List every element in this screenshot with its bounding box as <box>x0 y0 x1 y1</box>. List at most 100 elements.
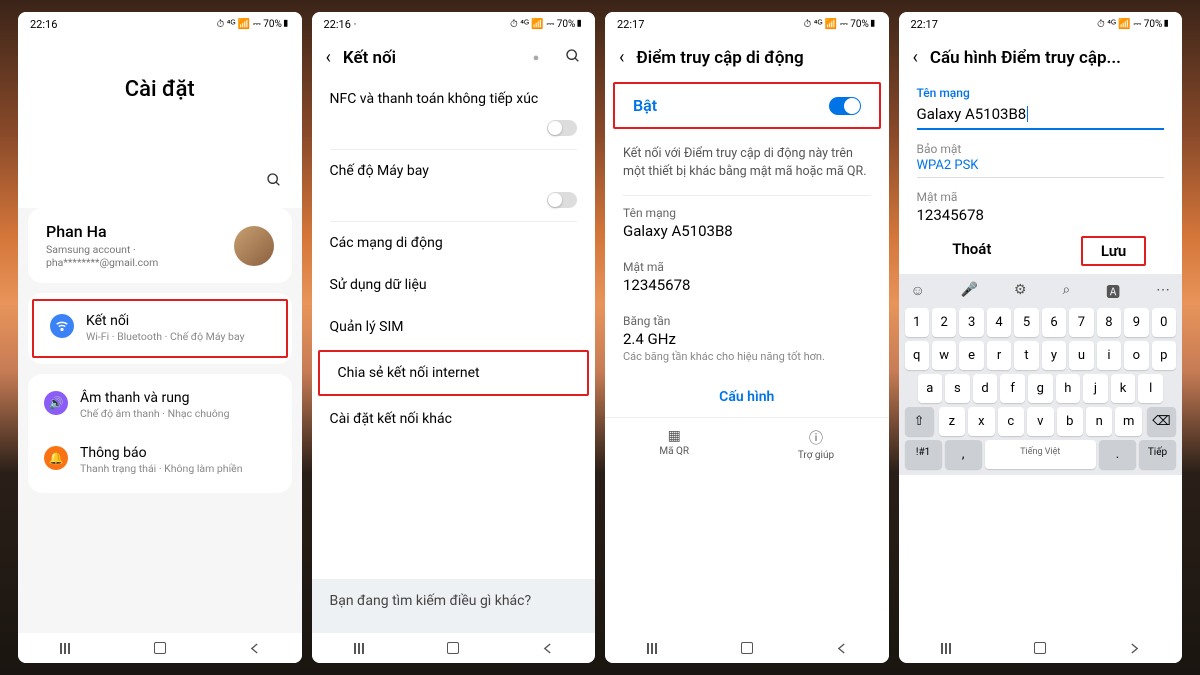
key-6[interactable]: 6 <box>1042 308 1066 337</box>
save-button[interactable]: Lưu <box>1081 236 1146 266</box>
kb-translate-icon[interactable]: 🅰 <box>1106 282 1120 302</box>
key-comma[interactable]: , <box>945 440 982 469</box>
key-a[interactable]: a <box>918 374 943 403</box>
nav-back[interactable] <box>244 641 264 655</box>
key-w[interactable]: w <box>932 341 956 370</box>
nav-recent[interactable] <box>936 641 956 655</box>
nav-home[interactable] <box>737 641 757 655</box>
key-period[interactable]: . <box>1099 440 1136 469</box>
key-7[interactable]: 7 <box>1069 308 1093 337</box>
nav-back[interactable] <box>1125 641 1145 655</box>
search-icon[interactable] <box>18 172 302 208</box>
configure-button[interactable]: Cấu hình <box>605 373 889 417</box>
field-network-name[interactable]: Tên mạng Galaxy A5103B8 <box>605 196 889 250</box>
key-s[interactable]: s <box>945 374 970 403</box>
key-t[interactable]: t <box>1014 341 1038 370</box>
toggle-off-icon[interactable] <box>547 120 577 136</box>
nav-recent[interactable] <box>55 641 75 655</box>
row-airplane[interactable]: Chế độ Máy bay <box>312 150 596 192</box>
nav-recent[interactable] <box>349 641 369 655</box>
row-data-usage[interactable]: Sử dụng dữ liệu <box>312 264 596 306</box>
nav-recent[interactable] <box>642 641 662 655</box>
nav-home[interactable] <box>150 641 170 655</box>
key-9[interactable]: 9 <box>1124 308 1148 337</box>
hotspot-toggle-row[interactable]: Bật <box>613 82 881 129</box>
toggle-off-icon[interactable] <box>547 192 577 208</box>
nav-back[interactable] <box>538 641 558 655</box>
key-o[interactable]: o <box>1124 341 1148 370</box>
key-g[interactable]: g <box>1028 374 1053 403</box>
settings-item-notifications[interactable]: 🔔 Thông báo Thanh trạng thái · Không làm… <box>28 433 292 488</box>
key-y[interactable]: y <box>1042 341 1066 370</box>
more-icon[interactable]: ● <box>529 51 543 64</box>
key-0[interactable]: 0 <box>1152 308 1176 337</box>
key-m[interactable]: m <box>1115 407 1141 436</box>
field-network-name[interactable]: Tên mạng Galaxy A5103B8 <box>899 78 1183 134</box>
nav-home[interactable] <box>1030 641 1050 655</box>
row-more-connections[interactable]: Cài đặt kết nối khác <box>312 398 596 440</box>
hotspot-on-label: Bật <box>633 96 657 115</box>
back-icon[interactable]: ‹ <box>326 47 331 68</box>
kb-mic-icon[interactable]: 🎤 <box>961 282 978 302</box>
key-x[interactable]: x <box>968 407 994 436</box>
key-r[interactable]: r <box>987 341 1011 370</box>
key-l[interactable]: l <box>1138 374 1163 403</box>
qr-button[interactable]: ▦ Mã QR <box>659 428 689 461</box>
toggle-on-icon[interactable] <box>829 97 861 115</box>
row-share-connection[interactable]: Chia sẻ kết nối internet <box>318 350 590 396</box>
settings-item-sound[interactable]: 🔊 Âm thanh và rung Chế độ âm thanh · Nhạ… <box>28 378 292 433</box>
key-5[interactable]: 5 <box>1014 308 1038 337</box>
network-name-input[interactable]: Galaxy A5103B8 <box>917 102 1165 130</box>
row-mobile-networks[interactable]: Các mạng di động <box>312 222 596 264</box>
key-i[interactable]: i <box>1097 341 1121 370</box>
key-k[interactable]: k <box>1111 374 1136 403</box>
key-v[interactable]: v <box>1027 407 1053 436</box>
key-n[interactable]: n <box>1086 407 1112 436</box>
key-u[interactable]: u <box>1069 341 1093 370</box>
cancel-button[interactable]: Thoát <box>934 236 1009 266</box>
key-j[interactable]: j <box>1083 374 1108 403</box>
kb-search-icon[interactable]: ⌕ <box>1062 282 1070 302</box>
nav-home[interactable] <box>443 641 463 655</box>
settings-item-connections[interactable]: Kết nối Wi-Fi · Bluetooth · Chế độ Máy b… <box>32 299 288 358</box>
key-symbols[interactable]: !#1 <box>905 440 942 469</box>
wifi-icon <box>50 314 74 338</box>
back-icon[interactable]: ‹ <box>913 47 918 68</box>
help-button[interactable]: ⓘ Trợ giúp <box>798 428 834 461</box>
field-security[interactable]: Bảo mật WPA2 PSK <box>899 134 1183 182</box>
row-nfc[interactable]: NFC và thanh toán không tiếp xúc <box>312 78 596 120</box>
search-icon[interactable] <box>565 48 581 68</box>
avatar[interactable] <box>234 226 274 266</box>
key-d[interactable]: d <box>973 374 998 403</box>
field-band[interactable]: Băng tần 2.4 GHz Các băng tần khác cho h… <box>605 304 889 373</box>
key-next[interactable]: Tiếp <box>1139 440 1176 469</box>
key-p[interactable]: p <box>1152 341 1176 370</box>
row-airplane-toggle[interactable] <box>312 192 596 221</box>
key-e[interactable]: e <box>959 341 983 370</box>
row-nfc-toggle[interactable] <box>312 120 596 149</box>
key-z[interactable]: z <box>939 407 965 436</box>
field-password[interactable]: Mật mã 12345678 <box>899 182 1183 228</box>
key-backspace[interactable]: ⌫ <box>1147 407 1176 436</box>
kb-settings-icon[interactable]: ⚙ <box>1014 282 1027 302</box>
key-c[interactable]: c <box>998 407 1024 436</box>
kb-more-icon[interactable]: ⋯ <box>1156 282 1170 302</box>
key-b[interactable]: b <box>1057 407 1083 436</box>
back-icon[interactable]: ‹ <box>619 47 624 68</box>
kb-emoji-icon[interactable]: ☺ <box>911 282 925 302</box>
key-1[interactable]: 1 <box>905 308 929 337</box>
key-space[interactable]: Tiếng Việt <box>985 440 1096 469</box>
key-3[interactable]: 3 <box>959 308 983 337</box>
row-sim[interactable]: Quản lý SIM <box>312 306 596 348</box>
key-shift[interactable]: ⇧ <box>905 407 934 436</box>
key-q[interactable]: q <box>905 341 929 370</box>
field-password[interactable]: Mật mã 12345678 <box>605 250 889 304</box>
search-suggestion[interactable]: Bạn đang tìm kiếm điều gì khác? <box>312 579 596 633</box>
key-h[interactable]: h <box>1056 374 1081 403</box>
key-8[interactable]: 8 <box>1097 308 1121 337</box>
nav-back[interactable] <box>831 641 851 655</box>
profile-card[interactable]: Phan Ha Samsung account · pha********@gm… <box>28 208 292 283</box>
key-f[interactable]: f <box>1000 374 1025 403</box>
key-4[interactable]: 4 <box>987 308 1011 337</box>
key-2[interactable]: 2 <box>932 308 956 337</box>
